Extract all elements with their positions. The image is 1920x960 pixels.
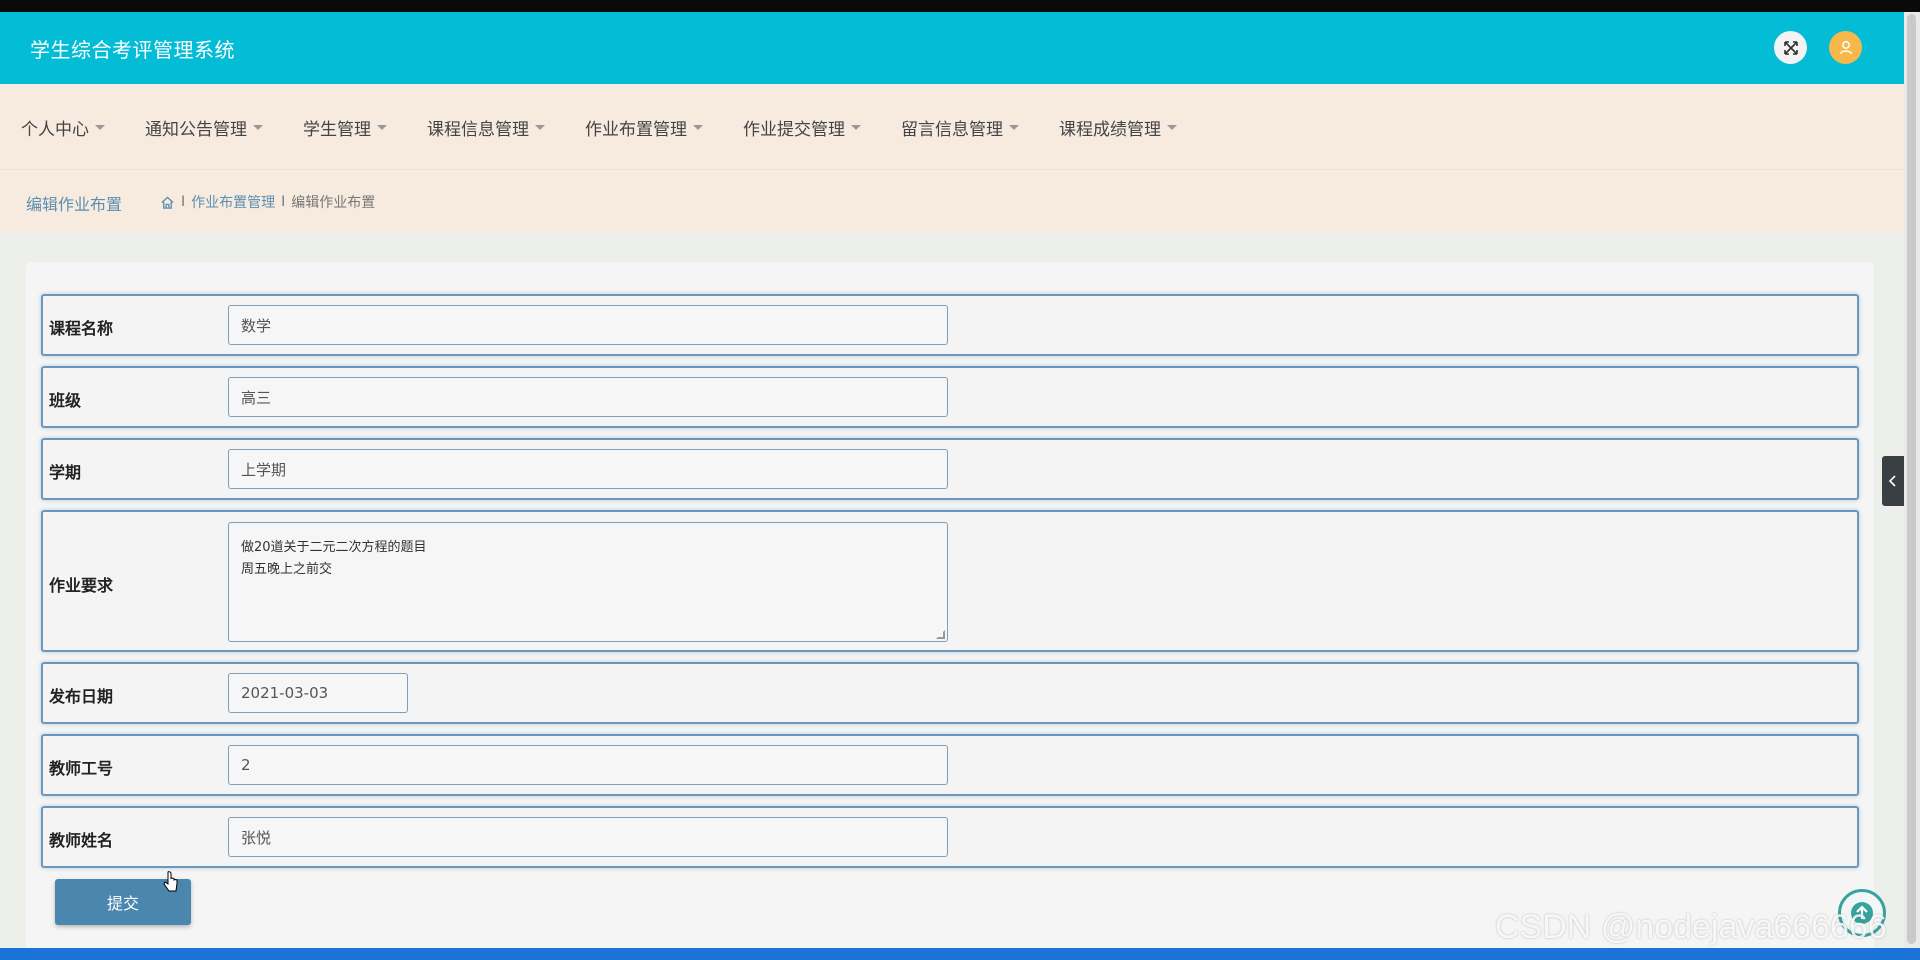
course-name-input[interactable]: 数学 <box>228 305 948 345</box>
caret-down-icon <box>1167 124 1177 130</box>
taskbar-strip <box>0 948 1920 960</box>
caret-down-icon <box>1009 124 1019 130</box>
edit-form-card: 课程名称 数学 班级 高三 学期 上学期 作业要求 做20道关于二元二次方程的题… <box>26 262 1874 948</box>
requirement-line-2: 周五晚上之前交 <box>241 562 333 577</box>
semester-input[interactable]: 上学期 <box>228 449 948 489</box>
watermark-text: CSDN @nodejava666666 <box>1495 908 1887 946</box>
fullscreen-icon <box>1783 40 1798 55</box>
caret-down-icon <box>253 124 263 130</box>
nav-item-student[interactable]: 学生管理 <box>303 115 387 140</box>
teacher-name-input[interactable]: 张悦 <box>228 817 948 857</box>
nav-item-grades[interactable]: 课程成绩管理 <box>1059 115 1177 140</box>
teacher-id-input[interactable]: 2 <box>228 745 948 785</box>
chevron-left-icon <box>1888 475 1896 487</box>
breadcrumb-separator: I <box>181 194 186 210</box>
nav-item-homework-submit[interactable]: 作业提交管理 <box>743 115 861 140</box>
form-row-class: 班级 高三 <box>41 366 1859 428</box>
form-row-publish-date: 发布日期 2021-03-03 <box>41 662 1859 724</box>
side-panel-toggle[interactable] <box>1882 456 1904 506</box>
form-row-requirement: 作业要求 做20道关于二元二次方程的题目 周五晚上之前交 <box>41 510 1859 652</box>
class-input[interactable]: 高三 <box>228 377 948 417</box>
resize-handle-icon[interactable] <box>936 630 945 639</box>
class-label: 班级 <box>49 391 82 410</box>
caret-down-icon <box>95 124 105 130</box>
user-icon <box>1839 40 1852 54</box>
nav-item-notice[interactable]: 通知公告管理 <box>145 115 263 140</box>
nav-item-course-info[interactable]: 课程信息管理 <box>427 115 545 140</box>
user-avatar-button[interactable] <box>1829 31 1862 64</box>
nav-item-messages[interactable]: 留言信息管理 <box>901 115 1019 140</box>
caret-down-icon <box>377 124 387 130</box>
fullscreen-button[interactable] <box>1774 31 1807 64</box>
breadcrumb-separator: I <box>281 194 286 210</box>
scrollbar-thumb[interactable] <box>1907 14 1916 944</box>
main-nav: 个人中心 通知公告管理 学生管理 课程信息管理 作业布置管理 作业提交管理 留言… <box>0 84 1904 170</box>
page-title: 编辑作业布置 <box>26 195 123 214</box>
nav-item-homework-assign[interactable]: 作业布置管理 <box>585 115 703 140</box>
breadcrumb: I 作业布置管理 I 编辑作业布置 <box>160 192 375 212</box>
nav-item-personal-center[interactable]: 个人中心 <box>21 115 105 140</box>
app-title: 学生综合考评管理系统 <box>30 38 235 62</box>
teacher-id-label: 教师工号 <box>49 759 114 778</box>
breadcrumb-bar: 编辑作业布置 I 作业布置管理 I 编辑作业布置 <box>0 171 1904 233</box>
top-header: 学生综合考评管理系统 <box>0 12 1904 84</box>
course-name-label: 课程名称 <box>49 319 114 338</box>
publish-date-input[interactable]: 2021-03-03 <box>228 673 408 713</box>
caret-down-icon <box>535 124 545 130</box>
teacher-name-label: 教师姓名 <box>49 831 114 850</box>
requirement-line-1: 做20道关于二元二次方程的题目 <box>241 540 427 555</box>
requirement-label: 作业要求 <box>49 576 114 595</box>
requirement-textarea[interactable]: 做20道关于二元二次方程的题目 周五晚上之前交 <box>228 522 948 642</box>
home-icon[interactable] <box>160 195 175 210</box>
caret-down-icon <box>851 124 861 130</box>
form-row-course-name: 课程名称 数学 <box>41 294 1859 356</box>
app-viewport: 学生综合考评管理系统 个人中心 通知公告管理 学生管理 课程信息管理 作业布置管… <box>0 12 1904 948</box>
form-row-semester: 学期 上学期 <box>41 438 1859 500</box>
breadcrumb-parent-link[interactable]: 作业布置管理 <box>191 192 275 212</box>
mouse-pointer-icon <box>162 870 180 898</box>
form-row-teacher-name: 教师姓名 张悦 <box>41 806 1859 868</box>
form-row-teacher-id: 教师工号 2 <box>41 734 1859 796</box>
publish-date-label: 发布日期 <box>49 687 114 706</box>
semester-label: 学期 <box>49 463 82 482</box>
breadcrumb-current: 编辑作业布置 <box>291 195 376 211</box>
caret-down-icon <box>693 124 703 130</box>
